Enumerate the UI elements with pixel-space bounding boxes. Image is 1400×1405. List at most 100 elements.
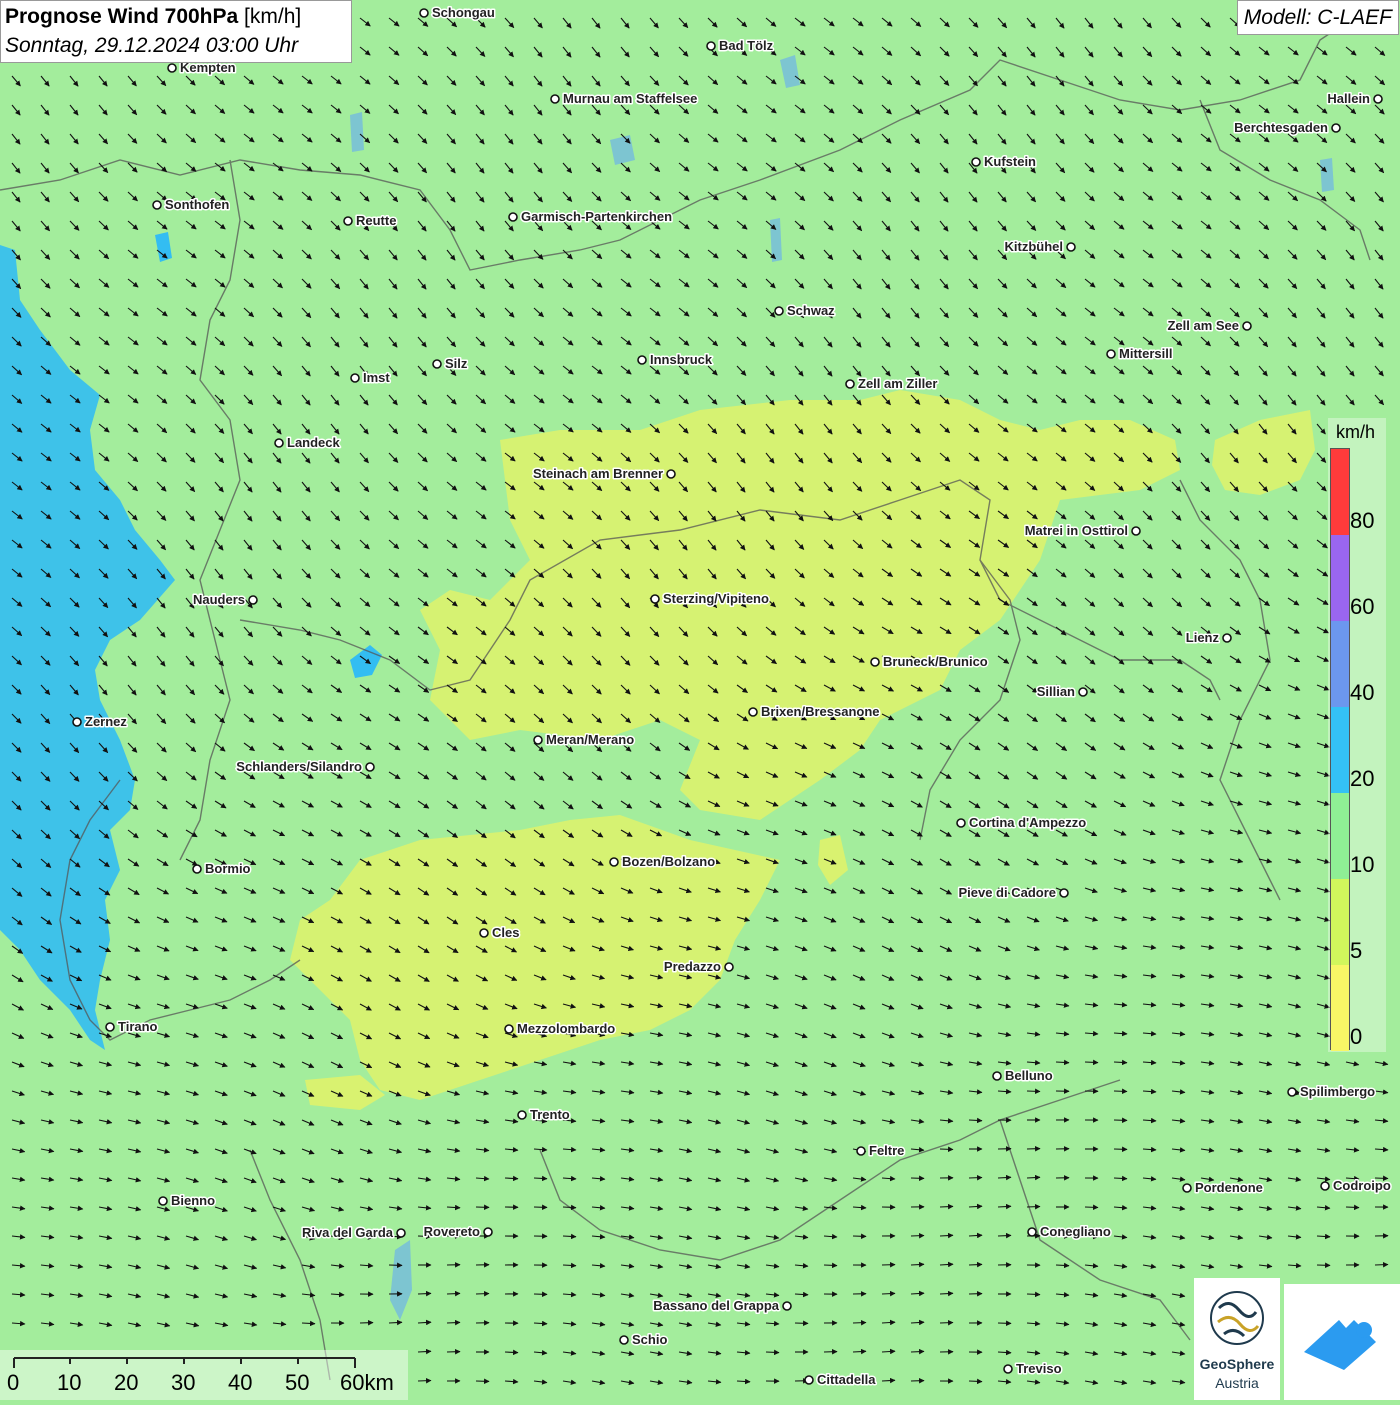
city-dot [344,217,352,225]
city-label: Tirano [118,1019,158,1034]
wind-arrow [302,1323,315,1324]
wind-arrow [998,1206,1011,1207]
scale-label: 20 [114,1370,138,1396]
city-label: Feltre [869,1143,904,1158]
wind-arrow [969,1264,982,1265]
wind-arrow [1375,1265,1388,1266]
wind-arrow [1085,1207,1098,1208]
mountain-cloud-icon [1284,1284,1400,1400]
city-label: Meran/Merano [546,732,634,747]
scale-label: 60km [340,1370,394,1396]
city-label: Reutte [356,213,396,228]
city-dot [610,858,618,866]
city-dot [871,658,879,666]
wind-arrow [911,1351,924,1352]
city-dot [505,1025,513,1033]
wind-arrow [534,1178,547,1179]
city-label: Schwaz [787,303,835,318]
wind-arrow [940,1323,953,1324]
legend-tick-label: 40 [1350,680,1374,706]
city-label: Riva del Garda [302,1225,394,1240]
city-dot [707,42,715,50]
wind-arrow [998,1235,1011,1236]
city-dot [1374,95,1382,103]
city-label: Kitzbühel [1005,239,1064,254]
wind-arrow [447,1293,460,1294]
city-dot [480,929,488,937]
city-label: Sterzing/Vipiteno [663,591,769,606]
city-dot [1332,124,1340,132]
legend-unit: km/h [1336,422,1375,443]
city-label: Codroipo [1333,1178,1391,1193]
legend-color-segment [1331,965,1349,1051]
wind-arrow [1027,1177,1040,1178]
legend-colorbar [1330,448,1350,1050]
city-dot [846,380,854,388]
scale-label: 40 [228,1370,252,1396]
city-dot [1223,634,1231,642]
wind-arrow [447,1322,460,1323]
city-dot [351,374,359,382]
city-dot [993,1072,1001,1080]
city-label: Zernez [85,714,127,729]
wind-arrow [1114,1091,1127,1092]
city-label: Treviso [1016,1361,1062,1376]
map-title: Prognose Wind 700hPa [km/h] [5,5,301,29]
legend-color-segment [1331,707,1349,793]
city-dot [1243,322,1251,330]
city-dot [1079,688,1087,696]
city-dot [509,213,517,221]
city-label: Bad Tölz [719,38,774,53]
wind-arrow [1346,1207,1359,1208]
wind-arrow [1085,1062,1098,1063]
city-label: Belluno [1005,1068,1053,1083]
wind-arrow [476,1294,489,1295]
city-label: Mittersill [1119,346,1172,361]
wind-arrow [911,1236,924,1237]
city-dot [73,718,81,726]
city-dot [1132,527,1140,535]
city-label: Kufstein [984,154,1036,169]
city-label: Imst [363,370,390,385]
city-dot [275,439,283,447]
legend-color-segment [1331,879,1349,965]
city-label: Hallein [1327,91,1370,106]
wind-arrow [418,1293,431,1294]
city-dot [805,1376,813,1384]
city-label: Sillian [1037,684,1075,699]
city-dot [1321,1182,1329,1190]
city-dot [651,595,659,603]
wind-arrow [969,1120,982,1121]
legend-color-segment [1331,793,1349,879]
title-main: Prognose Wind 700hPa [5,5,238,28]
city-dot [249,596,257,604]
city-dot [518,1111,526,1119]
wind-arrow [1056,1062,1069,1063]
wind-arrow [1027,1091,1040,1092]
scale-label: 10 [57,1370,81,1396]
legend-color-segment [1331,449,1349,535]
city-label: Bormio [205,861,251,876]
wind-arrow [853,1323,866,1324]
wind-arrow [969,1381,982,1382]
wind-arrow [505,1178,518,1179]
wind-arrow [940,1206,953,1207]
app-logo [1284,1284,1400,1400]
geosphere-country: Austria [1194,1375,1280,1391]
city-dot [1004,1365,1012,1373]
scale-label: 50 [285,1370,309,1396]
city-label: Brixen/Bressanone [761,704,880,719]
city-label: Cortina d'Ampezzo [969,815,1086,830]
city-dot [1060,889,1068,897]
wind-arrow [563,1207,576,1208]
wind-arrow [853,1351,866,1352]
city-label: Lienz [1186,630,1220,645]
city-dot [857,1147,865,1155]
city-dot [366,763,374,771]
city-dot [725,963,733,971]
wind-arrow [824,1265,837,1266]
city-label: Schongau [432,5,495,20]
city-dot [1028,1228,1036,1236]
legend-tick-label: 10 [1350,852,1374,878]
city-dot [1288,1088,1296,1096]
